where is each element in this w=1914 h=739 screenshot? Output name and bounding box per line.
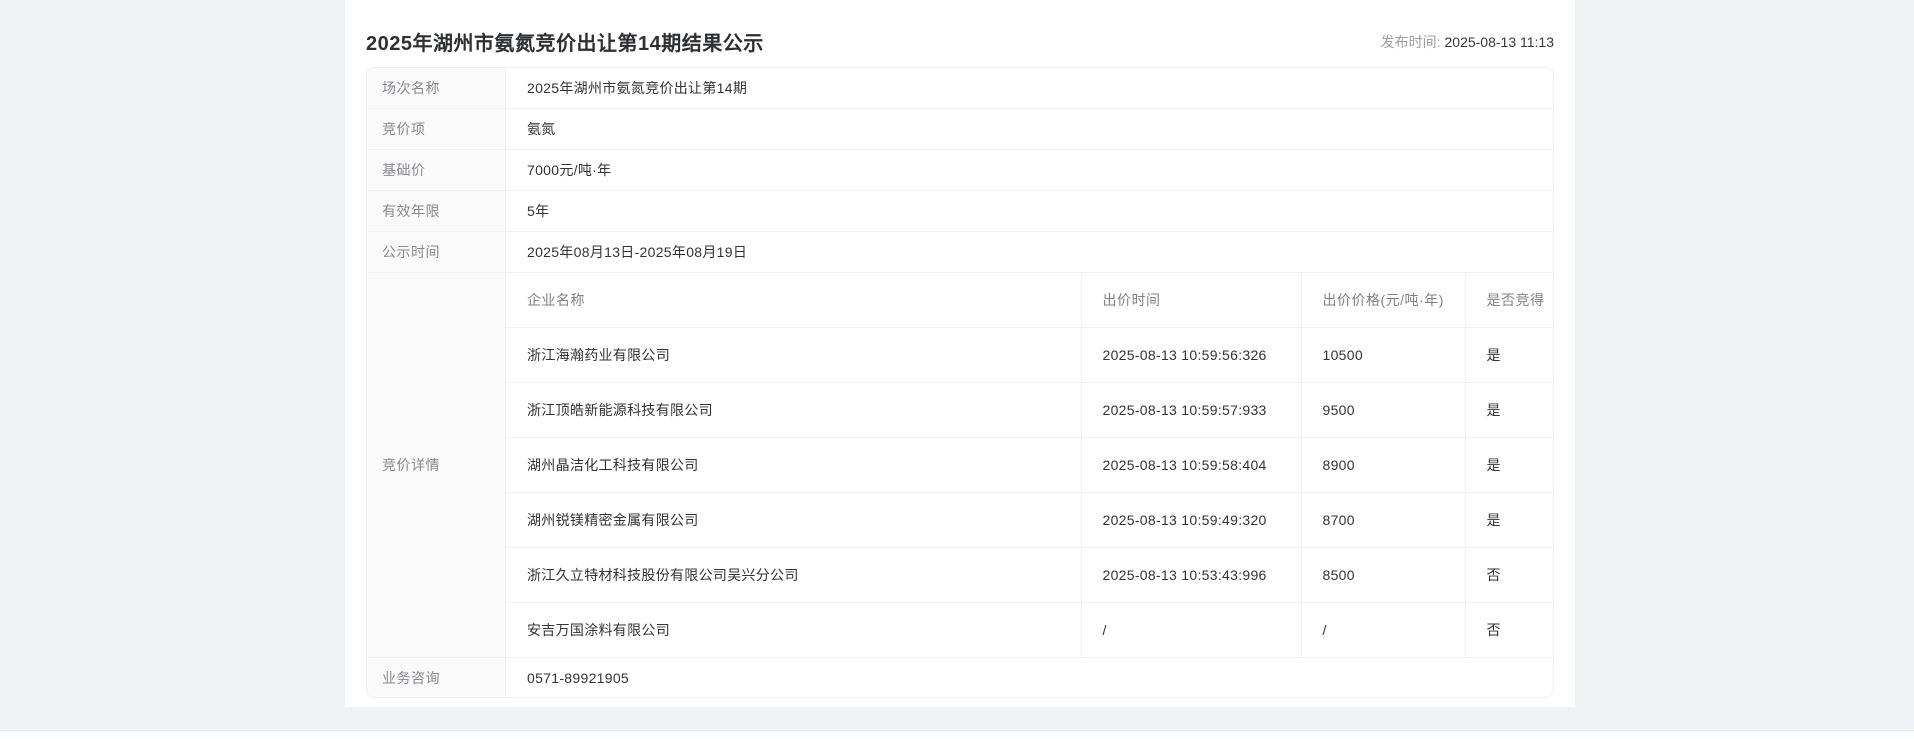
desc-label-valid-years: 有效年限 (367, 191, 506, 231)
bid-company-cell: 湖州晶洁化工科技有限公司 (506, 437, 1081, 493)
bid-header-company: 企业名称 (527, 292, 585, 308)
bid-result-cell: 是 (1464, 437, 1553, 493)
desc-row-contact: 业务咨询 0571-89921905 (367, 658, 1553, 697)
bid-company-cell: 湖州锐镁精密金属有限公司 (506, 492, 1081, 548)
bid-time-cell: 2025-08-13 10:59:56:326 (1080, 327, 1301, 383)
desc-value-valid-years: 5年 (527, 203, 550, 219)
page-background: { "page": { "title": "2025年湖州市氨氮竞价出让第14期… (0, 0, 1914, 739)
descriptions-table: 场次名称 2025年湖州市氨氮竞价出让第14期 竞价项 氨氮 基础价 7000元… (366, 67, 1554, 698)
bid-time-cell: / (1080, 602, 1301, 657)
desc-label-contact: 业务咨询 (367, 658, 506, 697)
bid-header-result: 是否竞得 (1464, 273, 1553, 328)
publish-time: 发布时间: 2025-08-13 11:13 (1381, 32, 1554, 52)
bid-table-row: 浙江久立特材科技股份有限公司吴兴分公司 2025-08-13 10:53:43:… (506, 547, 1553, 603)
bid-header-price: 出价价格(元/吨·年) (1300, 273, 1465, 328)
bid-price-cell: 8700 (1300, 492, 1465, 548)
desc-label-bid-item: 竞价项 (367, 109, 506, 149)
bid-price-cell: 8900 (1300, 437, 1465, 493)
desc-row-valid-years: 有效年限 5年 (367, 191, 1553, 232)
desc-row-publicity-period: 公示时间 2025年08月13日-2025年08月19日 (367, 232, 1553, 273)
bid-price-cell: 10500 (1300, 327, 1465, 383)
desc-label-bid-details: 竞价详情 (367, 273, 506, 657)
desc-row-bid-item: 竞价项 氨氮 (367, 109, 1553, 150)
bid-table-header-row: 企业名称 出价时间 出价价格(元/吨·年) 是否竞得 (506, 273, 1553, 328)
desc-label-base-price: 基础价 (367, 150, 506, 190)
publish-time-label: 发布时间: (1380, 33, 1441, 50)
bid-details-container: 企业名称 出价时间 出价价格(元/吨·年) 是否竞得 浙江海瀚药业有限公司 20… (506, 273, 1553, 657)
bid-table-row: 湖州锐镁精密金属有限公司 2025-08-13 10:59:49:320 870… (506, 492, 1553, 548)
bid-result-cell: 否 (1464, 602, 1553, 657)
bid-result-cell: 是 (1464, 382, 1553, 438)
desc-value-contact-phone: 0571-89921905 (527, 669, 629, 686)
bid-company-cell: 浙江海瀚药业有限公司 (506, 327, 1081, 383)
bid-price-cell: 8500 (1300, 547, 1465, 603)
desc-value-base-price: 7000元/吨·年 (527, 162, 612, 178)
bid-table-row: 浙江顶皓新能源科技有限公司 2025-08-13 10:59:57:933 95… (506, 382, 1553, 438)
bid-header-time: 出价时间 (1080, 273, 1301, 328)
bid-result-cell: 是 (1464, 492, 1553, 548)
bid-table-row: 安吉万国涂料有限公司 / / 否 (506, 602, 1553, 657)
bid-company-cell: 浙江久立特材科技股份有限公司吴兴分公司 (506, 547, 1081, 603)
page-title: 2025年湖州市氨氮竞价出让第14期结果公示 (366, 33, 764, 55)
bid-time-cell: 2025-08-13 10:59:49:320 (1080, 492, 1301, 548)
content-card: 2025年湖州市氨氮竞价出让第14期结果公示 发布时间: 2025-08-13 1… (345, 0, 1575, 707)
bid-price-cell: / (1300, 602, 1465, 657)
desc-row-bid-details: 竞价详情 企业名称 出价时间 出价价格(元/吨·年) 是否竞得 浙江海瀚药业有限… (367, 273, 1553, 658)
desc-value-publicity-period: 2025年08月13日-2025年08月19日 (527, 244, 748, 260)
desc-label-publicity-period: 公示时间 (367, 232, 506, 272)
bid-time-cell: 2025-08-13 10:59:57:933 (1080, 382, 1301, 438)
desc-label-session-name: 场次名称 (367, 68, 506, 108)
bid-table-row: 湖州晶洁化工科技有限公司 2025-08-13 10:59:58:404 890… (506, 437, 1553, 493)
desc-value-session-name: 2025年湖州市氨氮竞价出让第14期 (527, 80, 748, 96)
bid-company-cell: 安吉万国涂料有限公司 (506, 602, 1081, 657)
desc-value-bid-item: 氨氮 (527, 121, 556, 137)
bid-result-cell: 否 (1464, 547, 1553, 603)
bid-table: 企业名称 出价时间 出价价格(元/吨·年) 是否竞得 浙江海瀚药业有限公司 20… (506, 273, 1553, 657)
bid-table-row: 浙江海瀚药业有限公司 2025-08-13 10:59:56:326 10500… (506, 327, 1553, 383)
bid-time-cell: 2025-08-13 10:53:43:996 (1080, 547, 1301, 603)
bid-price-cell: 9500 (1300, 382, 1465, 438)
bid-time-cell: 2025-08-13 10:59:58:404 (1080, 437, 1301, 493)
bid-result-cell: 是 (1464, 327, 1553, 383)
bid-company-cell: 浙江顶皓新能源科技有限公司 (506, 382, 1081, 438)
publish-time-value: 2025-08-13 11:13 (1444, 33, 1555, 50)
page-header: 2025年湖州市氨氮竞价出让第14期结果公示 发布时间: 2025-08-13 1… (366, 0, 1554, 67)
desc-row-session-name: 场次名称 2025年湖州市氨氮竞价出让第14期 (367, 68, 1553, 109)
desc-row-base-price: 基础价 7000元/吨·年 (367, 150, 1553, 191)
